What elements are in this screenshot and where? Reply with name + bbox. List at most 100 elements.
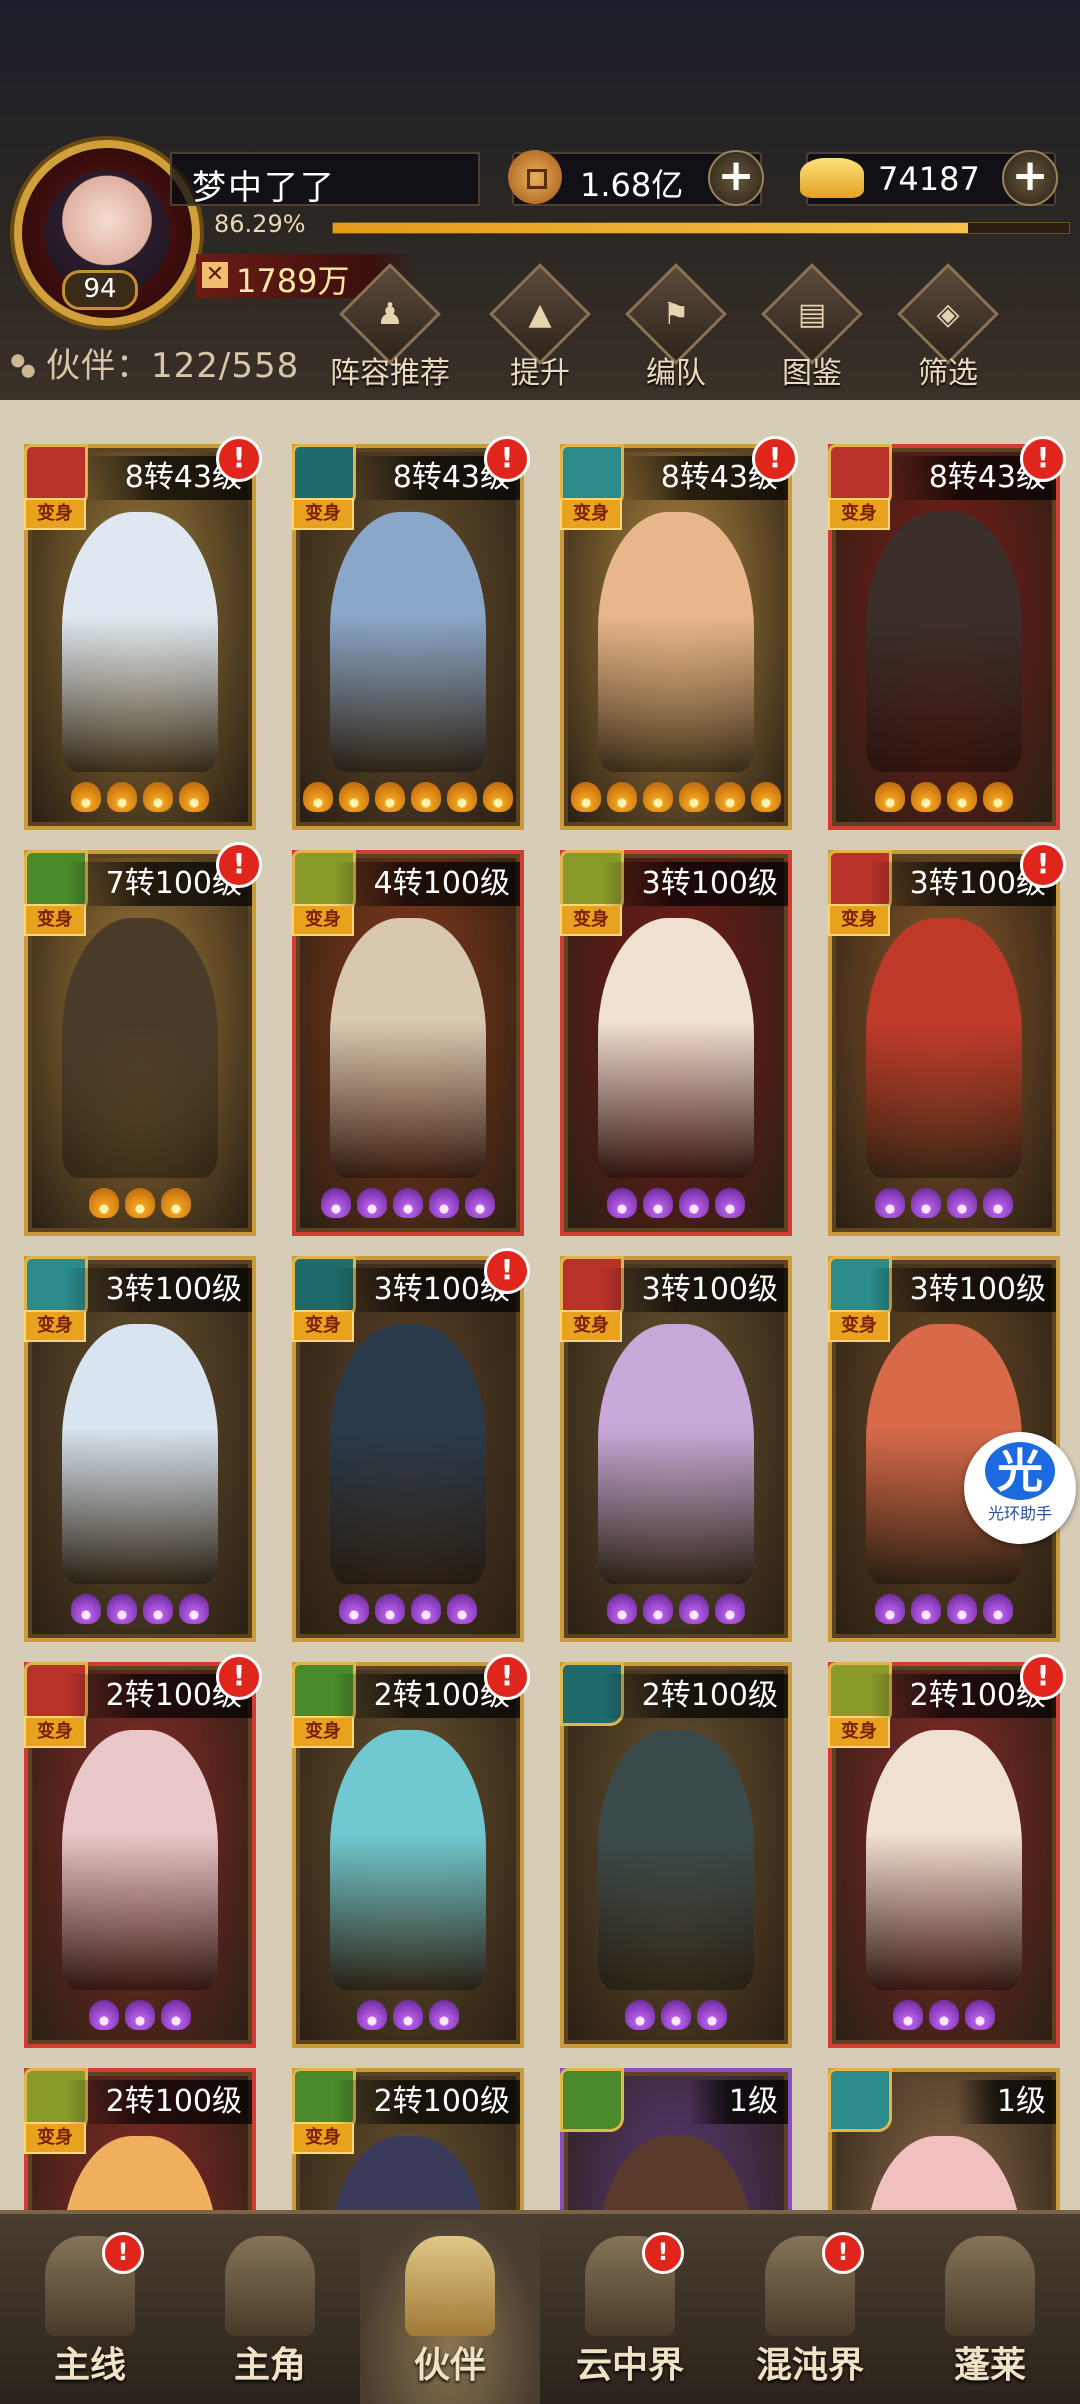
flame-star-icon [89,1188,119,1218]
partner-card[interactable]: 变身 4转100级 [292,850,524,1236]
gold-resource: 74187 + [800,150,1058,206]
transform-badge: 变身 [292,1310,354,1342]
partner-card[interactable]: 变身 2转100级 [24,2068,256,2210]
flame-star-icon [875,782,905,812]
star-rank [28,1594,252,1628]
partner-figure [62,1730,218,1990]
flame-star-icon [983,1594,1013,1624]
flame-star-icon [375,1594,405,1624]
toolbar-button-4[interactable]: ▤ 图鉴 [752,263,872,391]
nav-item-label: 云中界 [575,2345,684,2386]
flame-star-icon [161,1188,191,1218]
element-emblem-icon [560,2068,624,2132]
flame-star-icon [161,2000,191,2030]
flame-star-icon [143,1594,173,1624]
toolbar-button-label: 筛选 [918,356,978,391]
add-gold-button[interactable]: + [1002,150,1058,206]
transform-badge: 变身 [292,498,354,530]
partner-count-text: 伙伴：122/558 [46,346,300,386]
alert-icon: ! [216,1654,262,1700]
flame-star-icon [393,2000,423,2030]
partner-figure [866,512,1022,772]
flame-star-icon [447,782,477,812]
star-rank [28,1188,252,1222]
partner-card[interactable]: 变身 2转100级! [292,1654,530,2048]
gold-value: 74187 [878,160,980,198]
toolbar-button-label: 编队 [646,356,706,391]
nav-item-3[interactable]: 伙伴 [360,2214,540,2404]
partner-card[interactable]: 变身 8转43级! [560,436,798,830]
flame-star-icon [607,1594,637,1624]
alert-icon: ! [216,842,262,888]
alert-icon: ! [216,436,262,482]
partner-card[interactable]: 变身 2转100级! [828,1654,1066,2048]
partner-card[interactable]: 变身 3转100级! [828,842,1066,1236]
partner-card[interactable]: 变身 2转100级 [292,2068,524,2210]
flame-star-icon [571,782,601,812]
flame-star-icon [643,782,673,812]
partner-card[interactable]: 变身 3转100级 [560,1256,792,1642]
partner-card[interactable]: 变身 3转100级 [560,850,792,1236]
flame-star-icon [661,2000,691,2030]
flame-star-icon [947,1188,977,1218]
partner-figure [62,918,218,1178]
flame-star-icon [625,2000,655,2030]
nav-item-label: 主角 [233,2345,306,2386]
star-rank [296,2000,520,2034]
transform-badge: 变身 [24,904,86,936]
flame-star-icon [965,2000,995,2030]
nav-item-5[interactable]: 混沌界! [720,2214,900,2404]
partner-figure [598,1324,754,1584]
partner-card[interactable]: 变身 8转43级! [24,436,262,830]
exp-percent: 86.29% [214,210,306,238]
partner-figure [330,1324,486,1584]
flame-star-icon [875,1594,905,1624]
flame-star-icon [321,1188,351,1218]
partner-card[interactable]: 变身 8转43级! [828,436,1066,830]
nav-item-label: 蓬莱 [953,2345,1026,2386]
star-rank [28,782,252,816]
nav-item-4[interactable]: 云中界! [540,2214,720,2404]
toolbar-button-label: 提升 [510,356,570,391]
transform-badge: 变身 [560,498,622,530]
toolbar-button-3[interactable]: ⚑ 编队 [616,263,736,391]
partner-card[interactable]: 2转100级 [560,1662,792,2048]
nav-item-label: 伙伴 [413,2345,486,2386]
nav-item-1[interactable]: 主线! [0,2214,180,2404]
flame-star-icon [339,782,369,812]
partner-card[interactable]: 变身 2转100级! [24,1654,262,2048]
partner-level: 1级 [956,2080,1056,2124]
partner-card[interactable]: 变身 8转43级! [292,436,530,830]
partner-level: 3转100级 [869,1268,1056,1312]
toolbar-button-5[interactable]: ◈ 筛选 [888,263,1008,391]
toolbar-button-1[interactable]: ♟ 阵容推荐 [330,263,450,391]
player-name: 梦中了了 [192,168,336,208]
star-rank [296,1594,520,1628]
flame-star-icon [751,782,781,812]
star-rank [832,2000,1056,2034]
star-rank [564,782,788,816]
nav-item-6[interactable]: 蓬莱 [900,2214,1080,2404]
partner-figure [62,512,218,772]
partner-figure [598,512,754,772]
partner-card[interactable]: 变身 7转100级! [24,842,262,1236]
partner-card[interactable]: 变身 3转100级 [24,1256,256,1642]
flame-star-icon [483,782,513,812]
partner-card[interactable]: 变身 3转100级! [292,1248,530,1642]
flame-star-icon [429,2000,459,2030]
toolbar-button-label: 阵容推荐 [330,356,450,391]
partner-figure [866,1730,1022,1990]
halo-helper-float-button[interactable]: 光 光环助手 [964,1432,1076,1544]
partner-card[interactable]: 1级 [560,2068,792,2210]
recommend-icon-glyph: ♟ [376,296,404,332]
toolbar-button-2[interactable]: ▲ 提升 [480,263,600,391]
flame-star-icon [89,2000,119,2030]
nav-item-2[interactable]: 主角 [180,2214,360,2404]
halo-helper-label: 光环助手 [987,1504,1052,1523]
partner-card[interactable]: 1级 [828,2068,1060,2210]
flame-star-icon [411,1594,441,1624]
element-emblem-icon [828,2068,892,2132]
partner-level: 3转100级 [65,1268,252,1312]
nav-alert-icon: ! [822,2232,864,2274]
add-copper-button[interactable]: + [708,150,764,206]
